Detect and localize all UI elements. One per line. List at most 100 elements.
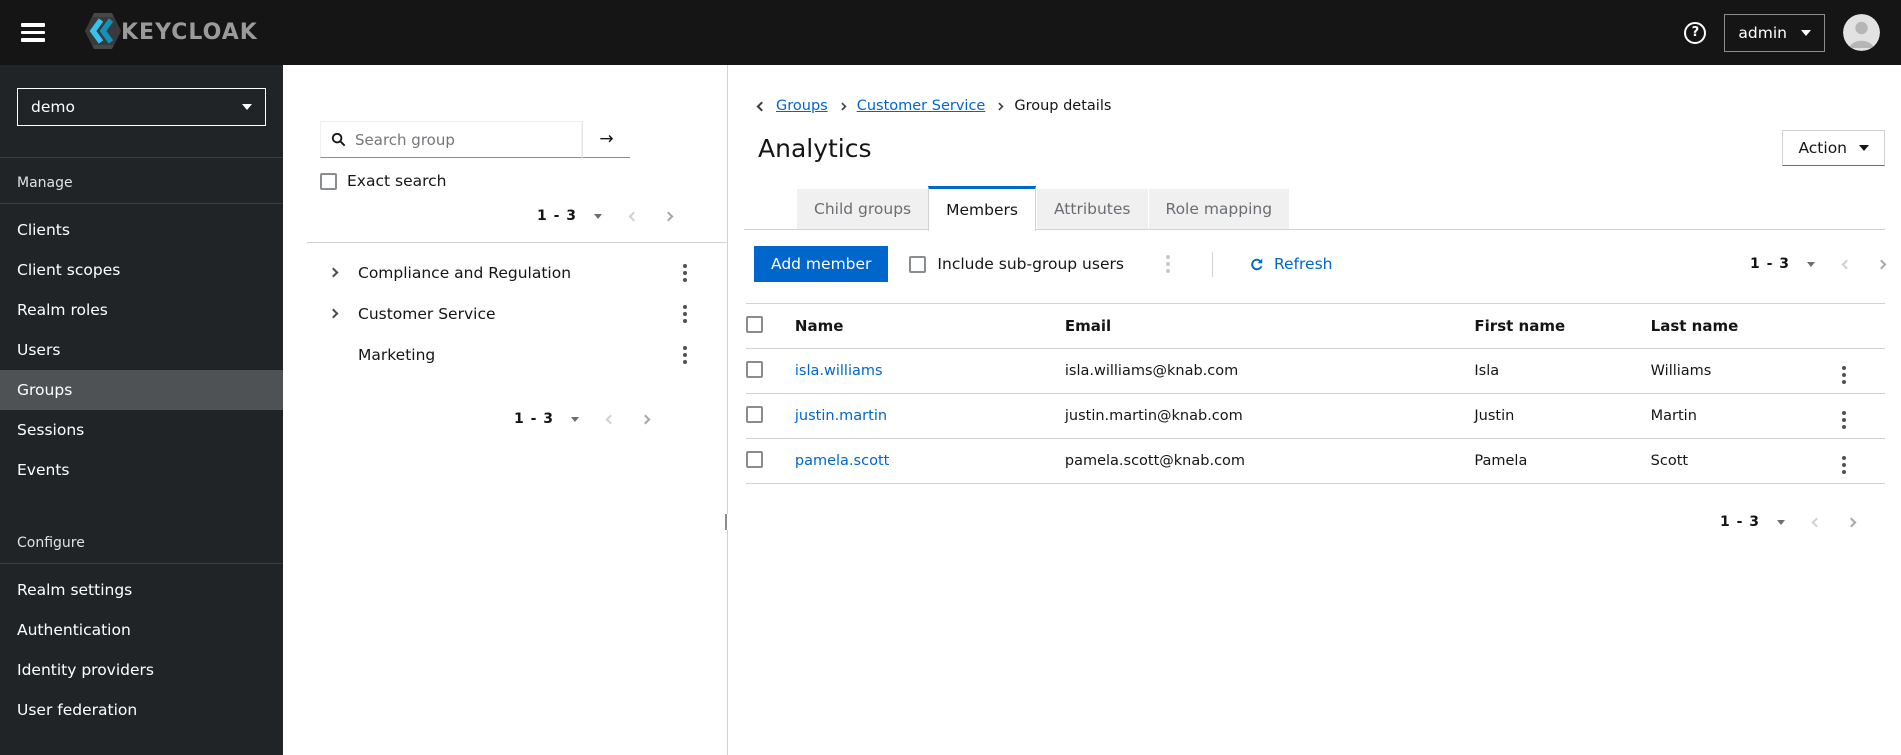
- column-header-first-name: First name: [1474, 317, 1566, 335]
- search-group-input[interactable]: [355, 130, 571, 149]
- members-table: Name Email First name Last name isla.wil…: [746, 303, 1885, 484]
- row-kebab-menu-icon[interactable]: [1842, 456, 1847, 474]
- sidebar-item-client-scopes[interactable]: Client scopes: [0, 250, 283, 290]
- pagination-next-button[interactable]: [1876, 259, 1887, 269]
- tab-role-mapping[interactable]: Role mapping: [1147, 189, 1290, 229]
- chevron-down-icon: [242, 104, 252, 110]
- member-username-link[interactable]: pamela.scott: [795, 453, 889, 469]
- pagination-next-button[interactable]: [1846, 517, 1857, 527]
- member-first-name: Isla: [1474, 363, 1500, 379]
- chevron-right-icon: [1876, 259, 1887, 269]
- sync-icon: [1248, 256, 1265, 273]
- group-details-content: Groups Customer Service Group details An…: [728, 65, 1901, 755]
- sidebar-item-identity-providers[interactable]: Identity providers: [0, 650, 283, 690]
- sidebar-item-sessions[interactable]: Sessions: [0, 410, 283, 450]
- breadcrumb-link-groups[interactable]: Groups: [776, 98, 828, 114]
- sidebar-item-realm-settings[interactable]: Realm settings: [0, 570, 283, 610]
- group-tree: Compliance and Regulation Customer Servi…: [283, 252, 727, 375]
- pagination-prev-button[interactable]: [605, 414, 616, 424]
- tab-attributes[interactable]: Attributes: [1035, 189, 1148, 229]
- pagination-next-button[interactable]: [663, 211, 674, 221]
- tab-members[interactable]: Members: [928, 186, 1036, 231]
- chevron-left-icon: [628, 211, 639, 221]
- realm-selector-block: demo: [0, 65, 283, 158]
- pagination-range: 1 - 3: [513, 411, 554, 427]
- realm-selector-dropdown[interactable]: demo: [17, 88, 266, 126]
- help-icon[interactable]: ?: [1684, 21, 1707, 44]
- pagination-range: 1 - 3: [1749, 256, 1790, 272]
- member-last-name: Scott: [1650, 453, 1689, 469]
- pagination-prev-button[interactable]: [1811, 517, 1822, 527]
- table-header-row: Name Email First name Last name: [746, 303, 1885, 349]
- sidebar-item-clients[interactable]: Clients: [0, 210, 283, 250]
- pagination-options-toggle[interactable]: [571, 416, 579, 422]
- pagination-options-toggle[interactable]: [594, 213, 602, 219]
- sidebar-item-realm-roles[interactable]: Realm roles: [0, 290, 283, 330]
- kebab-menu-icon[interactable]: [683, 304, 687, 323]
- chevron-down-icon: [1777, 519, 1785, 525]
- row-checkbox[interactable]: [746, 450, 763, 468]
- title-row: Analytics Action: [758, 130, 1885, 166]
- hamburger-icon[interactable]: [21, 23, 45, 42]
- sidebar-item-authentication[interactable]: Authentication: [0, 610, 283, 650]
- row-kebab-menu-icon[interactable]: [1842, 411, 1847, 429]
- chevron-down-icon: [571, 416, 579, 422]
- pagination-options-toggle[interactable]: [1777, 519, 1785, 525]
- member-username-link[interactable]: justin.martin: [795, 408, 887, 424]
- search-submit-button[interactable]: →: [582, 121, 630, 158]
- tree-item-customer-service: Customer Service: [283, 293, 727, 334]
- column-header-last-name: Last name: [1650, 317, 1739, 335]
- chevron-left-icon: [1811, 517, 1822, 527]
- pagination-prev-button[interactable]: [1841, 259, 1852, 269]
- sidebar-item-groups[interactable]: Groups: [0, 370, 283, 410]
- breadcrumb-link-customer-service[interactable]: Customer Service: [857, 98, 986, 114]
- row-checkbox[interactable]: [746, 360, 763, 378]
- chevron-down-icon: [1859, 145, 1869, 151]
- breadcrumb-separator-icon: [995, 102, 1004, 110]
- breadcrumb-current: Group details: [1014, 98, 1112, 114]
- add-member-button[interactable]: Add member: [754, 246, 889, 282]
- member-first-name: Justin: [1474, 408, 1515, 424]
- group-name-link[interactable]: Compliance and Regulation: [358, 264, 571, 282]
- groups-tree-panel: → Exact search 1 - 3 Compliance and Regu…: [283, 65, 727, 755]
- group-name-link[interactable]: Customer Service: [358, 305, 496, 323]
- member-last-name: Martin: [1650, 408, 1697, 424]
- pagination-prev-button[interactable]: [628, 211, 639, 221]
- tree-divider: [307, 242, 727, 243]
- breadcrumb-back-icon[interactable]: [756, 101, 767, 111]
- group-name-link[interactable]: Marketing: [358, 346, 435, 364]
- tab-child-groups[interactable]: Child groups: [796, 189, 929, 229]
- sidebar-item-events[interactable]: Events: [0, 450, 283, 490]
- chevron-down-icon: [1801, 29, 1811, 36]
- sidebar-item-users[interactable]: Users: [0, 330, 283, 370]
- brand-wordmark: KEYCLOAK: [121, 20, 258, 45]
- column-header-email: Email: [1064, 317, 1112, 335]
- chevron-down-icon: [1807, 261, 1815, 267]
- exact-search-checkbox[interactable]: [320, 172, 337, 190]
- user-menu-dropdown[interactable]: admin: [1724, 13, 1825, 52]
- table-pagination-bottom: 1 - 3: [746, 514, 1885, 530]
- toolbar-kebab-menu-icon[interactable]: [1165, 255, 1170, 273]
- table-row: justin.martin justin.martin@knab.com Jus…: [746, 394, 1885, 439]
- member-username-link[interactable]: isla.williams: [795, 363, 883, 379]
- row-kebab-menu-icon[interactable]: [1842, 366, 1847, 384]
- kebab-menu-icon[interactable]: [683, 263, 687, 282]
- select-all-checkbox[interactable]: [746, 315, 763, 333]
- pagination-next-button[interactable]: [640, 414, 651, 424]
- chevron-right-icon: [1846, 517, 1857, 527]
- refresh-button[interactable]: Refresh: [1248, 255, 1332, 273]
- expand-toggle[interactable]: [328, 267, 348, 278]
- chevron-left-icon: [605, 414, 616, 424]
- sidebar-item-user-federation[interactable]: User federation: [0, 690, 283, 730]
- breadcrumb: Groups Customer Service Group details: [756, 98, 1885, 114]
- expand-toggle[interactable]: [328, 308, 348, 319]
- action-dropdown-button[interactable]: Action: [1782, 130, 1885, 166]
- tree-pagination-top: 1 - 3: [283, 208, 727, 224]
- arrow-right-icon: →: [599, 129, 614, 149]
- member-last-name: Williams: [1650, 363, 1712, 379]
- kebab-menu-icon[interactable]: [683, 345, 687, 364]
- pagination-options-toggle[interactable]: [1807, 261, 1815, 267]
- row-checkbox[interactable]: [746, 405, 763, 423]
- include-subgroups-checkbox[interactable]: [909, 255, 927, 273]
- nav-list-manage: Clients Client scopes Realm roles Users …: [0, 204, 283, 490]
